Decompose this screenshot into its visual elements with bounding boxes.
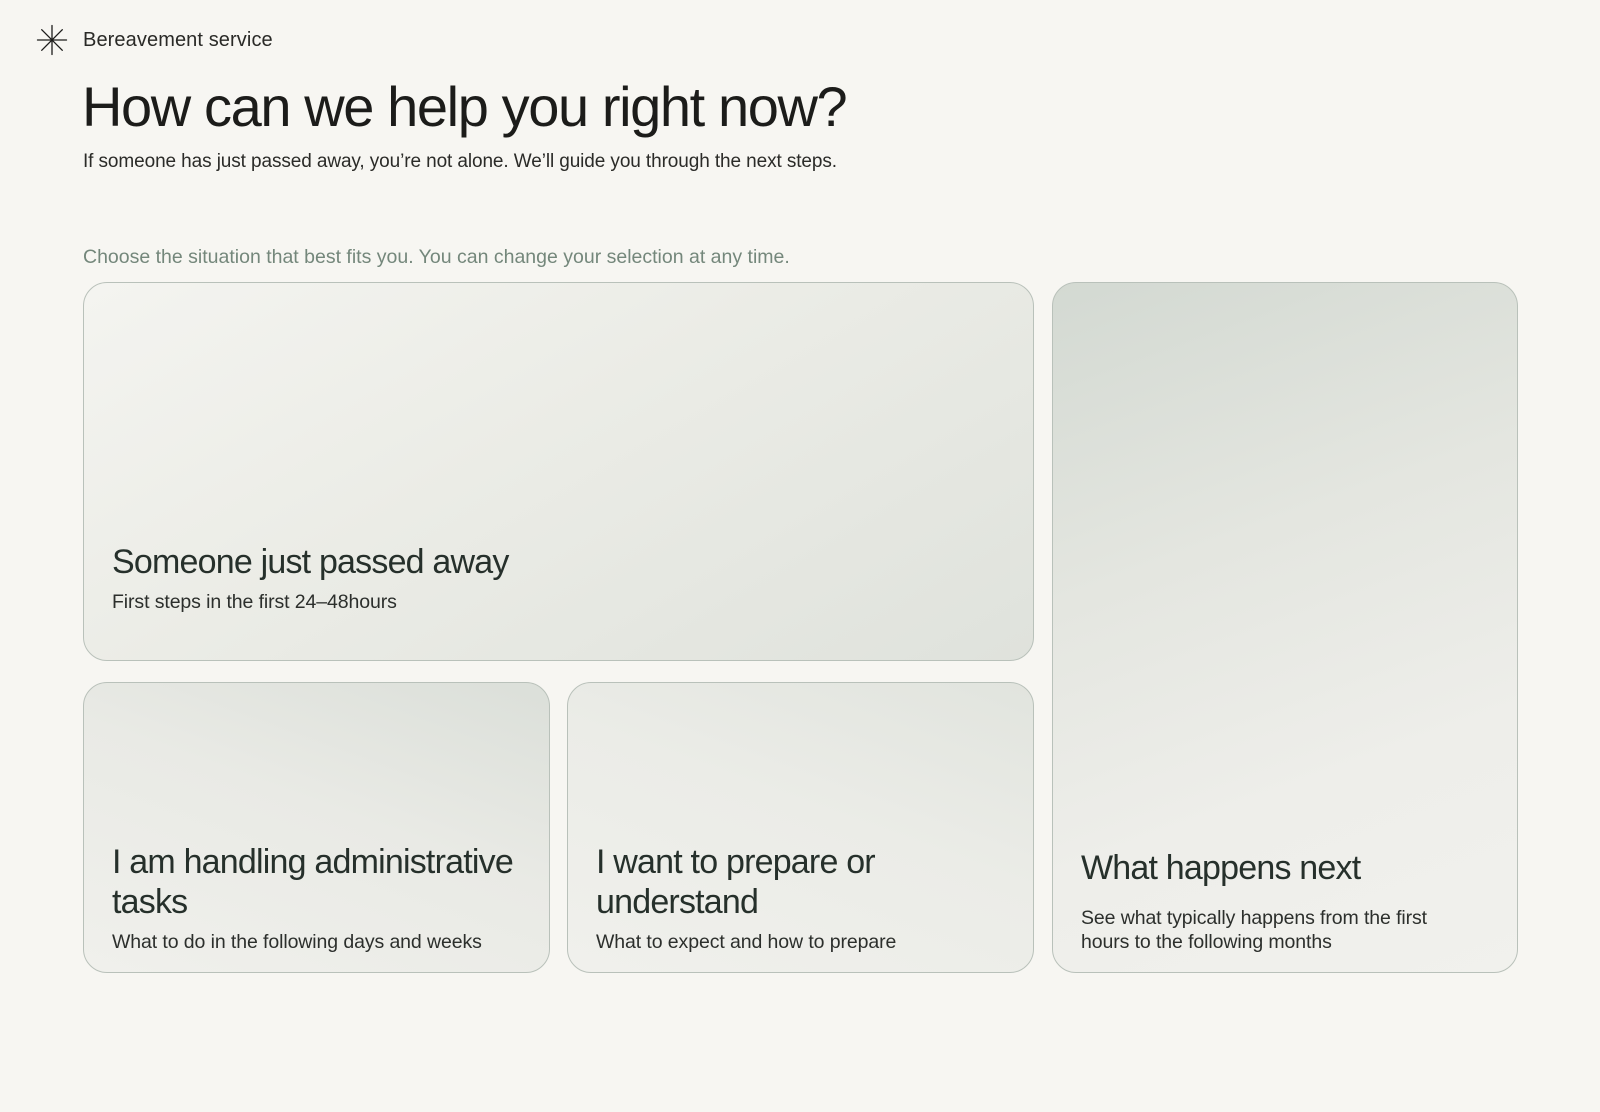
selection-instruction: Choose the situation that best fits you.… xyxy=(83,246,790,268)
brand-name: Bereavement service xyxy=(83,28,273,51)
card-body: I want to prepare or understand What to … xyxy=(596,842,1005,954)
card-description: What to do in the following days and wee… xyxy=(112,931,482,953)
card-description: What to expect and how to prepare xyxy=(596,931,897,953)
brand[interactable]: Bereavement service xyxy=(36,24,273,56)
card-what-happens-next[interactable]: What happens next See what typically hap… xyxy=(1052,282,1518,973)
page-title: How can we help you right now? xyxy=(82,75,848,138)
asterisk-icon xyxy=(36,24,68,56)
card-title: What happens next xyxy=(1081,849,1361,887)
card-title: I want to prepare or understand xyxy=(596,843,876,921)
card-title: I am handling administrative tasks xyxy=(112,843,514,921)
card-title: Someone just passed away xyxy=(112,543,509,581)
card-prepare-or-understand[interactable]: I want to prepare or understand What to … xyxy=(567,682,1034,973)
card-body: I am handling administrative tasks What … xyxy=(112,842,521,954)
card-administrative-tasks[interactable]: I am handling administrative tasks What … xyxy=(83,682,550,973)
page-subtitle: If someone has just passed away, you’re … xyxy=(83,151,837,172)
card-description: First steps in the first 24–48hours xyxy=(112,591,397,613)
card-body: Someone just passed away First steps in … xyxy=(112,542,1005,614)
card-someone-passed-away[interactable]: Someone just passed away First steps in … xyxy=(83,282,1034,661)
card-body: What happens next See what typically hap… xyxy=(1081,848,1489,954)
card-description: See what typically happens from the firs… xyxy=(1081,907,1427,953)
